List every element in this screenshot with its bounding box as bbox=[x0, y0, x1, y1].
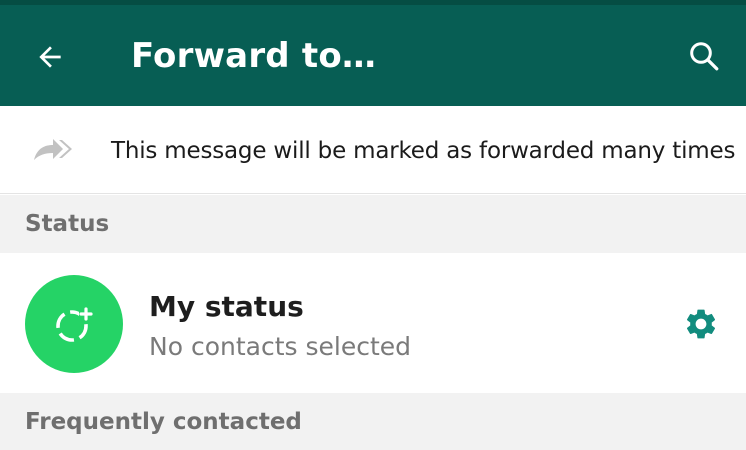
gear-icon bbox=[686, 309, 716, 339]
back-button[interactable] bbox=[26, 33, 74, 81]
section-header-frequent: Frequently contacted bbox=[0, 393, 746, 450]
section-header-label: Frequently contacted bbox=[25, 408, 302, 435]
forward-notice-text: This message will be marked as forwarded… bbox=[111, 138, 736, 164]
page-title: Forward to… bbox=[131, 36, 377, 76]
my-status-name: My status bbox=[149, 290, 304, 323]
app-bar: Forward to… bbox=[0, 5, 746, 106]
status-settings-button[interactable] bbox=[678, 301, 724, 347]
my-status-subtitle: No contacts selected bbox=[149, 332, 411, 361]
forward-notice: This message will be marked as forwarded… bbox=[0, 106, 746, 194]
search-icon bbox=[690, 42, 719, 71]
forward-double-arrow-icon bbox=[34, 139, 72, 160]
add-status-icon bbox=[56, 307, 93, 342]
section-header-status: Status bbox=[0, 195, 746, 253]
arrow-left-icon bbox=[39, 46, 61, 68]
section-header-label: Status bbox=[25, 211, 110, 237]
search-button[interactable] bbox=[679, 31, 729, 81]
my-status-row[interactable]: My status No contacts selected bbox=[0, 253, 746, 393]
avatar bbox=[25, 275, 123, 373]
